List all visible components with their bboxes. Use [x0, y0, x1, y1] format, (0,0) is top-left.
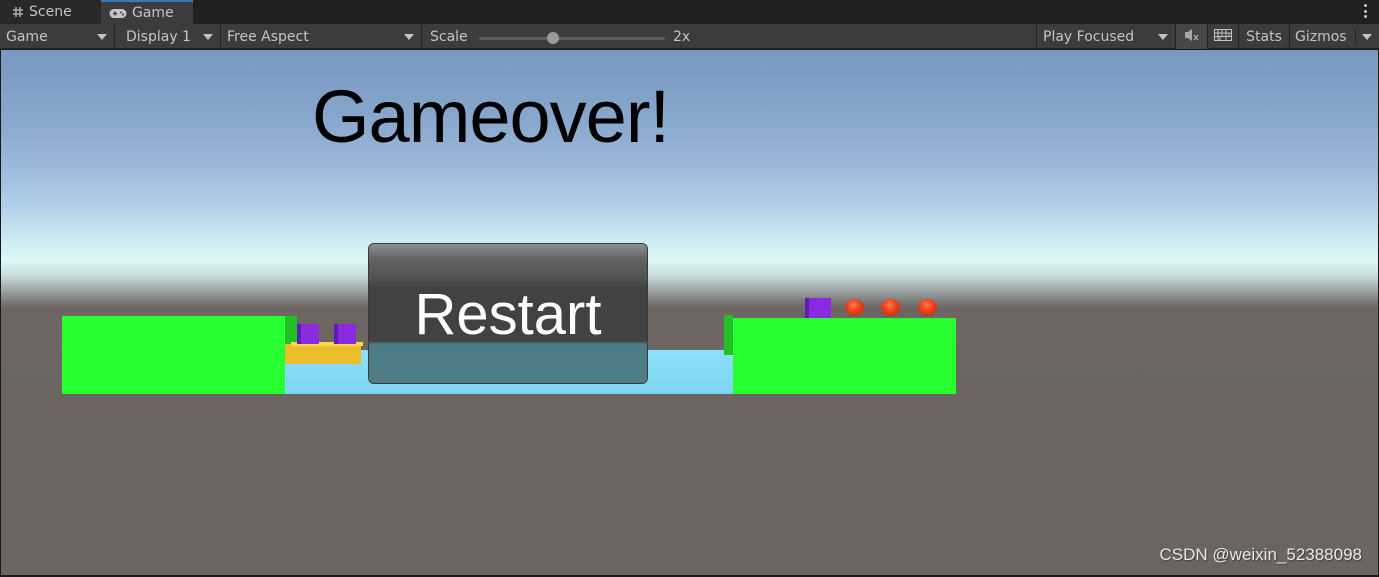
tab-scene-label: Scene	[29, 4, 72, 20]
mute-audio-icon	[1184, 28, 1200, 46]
right-bank-side	[724, 315, 733, 355]
restart-button-label: Restart	[414, 282, 602, 347]
watermark: CSDN @weixin_52388098	[1159, 545, 1362, 564]
left-bank-platform	[62, 316, 297, 394]
gameover-title: Gameover!	[312, 75, 670, 158]
scale-value: 2x	[673, 28, 691, 45]
chevron-down-icon	[97, 34, 107, 40]
chevron-down-icon	[404, 34, 414, 40]
game-view-dropdown[interactable]: Game	[0, 24, 115, 49]
scale-label: Scale	[430, 28, 468, 45]
gizmos-button[interactable]: Gizmos	[1290, 24, 1379, 49]
more-options-icon[interactable]	[1363, 4, 1367, 18]
editor-tab-bar: Scene Game	[0, 0, 1379, 24]
devil-ball	[918, 299, 937, 316]
game-viewport[interactable]: Gameover! Restart CSDN @weixin_52388098	[1, 50, 1378, 575]
display-dropdown-label: Display 1	[126, 28, 191, 45]
scale-slider[interactable]	[479, 32, 665, 44]
gizmos-divider	[1355, 29, 1356, 44]
play-mode-dropdown-label: Play Focused	[1043, 28, 1135, 45]
devil-ball	[845, 299, 864, 316]
priest-cube	[297, 324, 319, 344]
right-bank-platform	[724, 315, 956, 394]
play-mode-dropdown[interactable]: Play Focused	[1036, 24, 1176, 49]
keyboard-icon	[1214, 28, 1232, 45]
boat	[285, 344, 361, 364]
display-dropdown[interactable]: Display 1	[115, 24, 221, 49]
stats-label: Stats	[1246, 28, 1282, 45]
gamepad-icon	[109, 8, 127, 19]
gizmos-label: Gizmos	[1295, 28, 1347, 45]
tab-game-label: Game	[132, 5, 174, 21]
chevron-down-icon	[203, 34, 213, 40]
keyboard-toggle[interactable]	[1208, 24, 1239, 49]
mute-audio-toggle[interactable]	[1176, 24, 1208, 49]
chevron-down-icon	[1158, 34, 1168, 40]
priest-cube	[334, 324, 356, 344]
game-view-toolbar: Game Display 1 Free Aspect Scale 2x Play…	[0, 24, 1379, 49]
aspect-dropdown-label: Free Aspect	[227, 28, 309, 45]
grid-hash-icon	[12, 6, 24, 18]
tab-scene[interactable]: Scene	[0, 0, 101, 24]
tab-game[interactable]: Game	[101, 0, 193, 24]
stats-button[interactable]: Stats	[1239, 24, 1290, 49]
restart-button[interactable]: Restart	[368, 243, 648, 384]
priest-cube	[805, 298, 831, 318]
devil-ball	[881, 299, 900, 316]
game-view-dropdown-label: Game	[6, 28, 48, 45]
chevron-down-icon[interactable]	[1362, 34, 1372, 40]
aspect-dropdown[interactable]: Free Aspect	[221, 24, 422, 49]
